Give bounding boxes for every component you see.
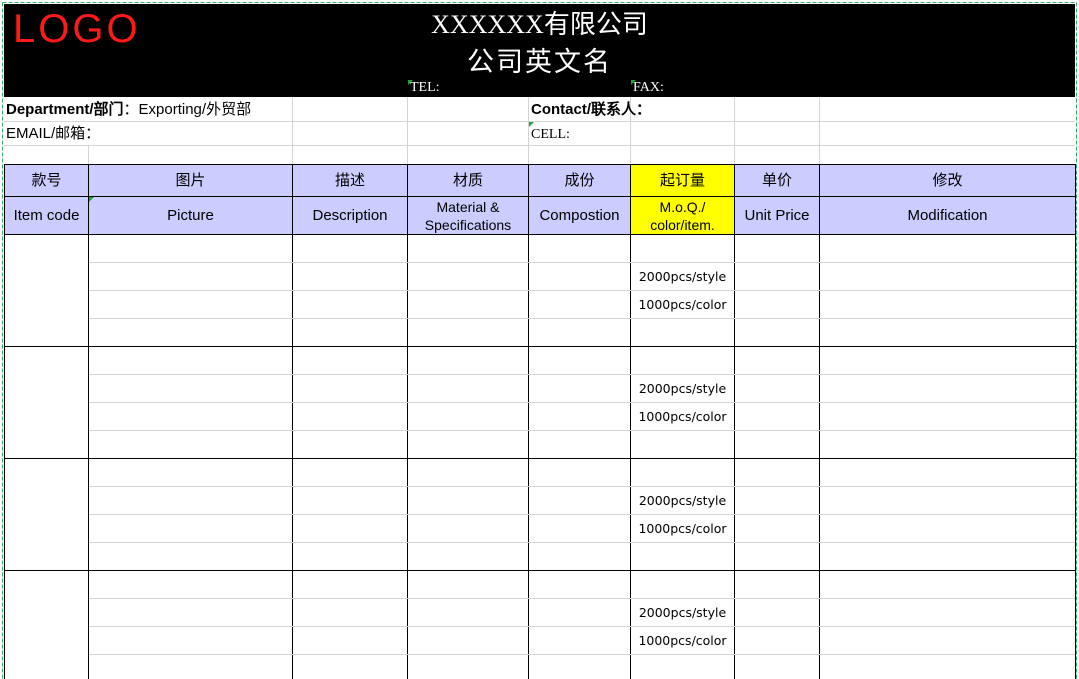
spreadsheet: LOGO XXXXXX有限公司 公司英文名 TEL: FAX: Departme… (0, 0, 1079, 679)
print-area-border (2, 2, 1077, 679)
